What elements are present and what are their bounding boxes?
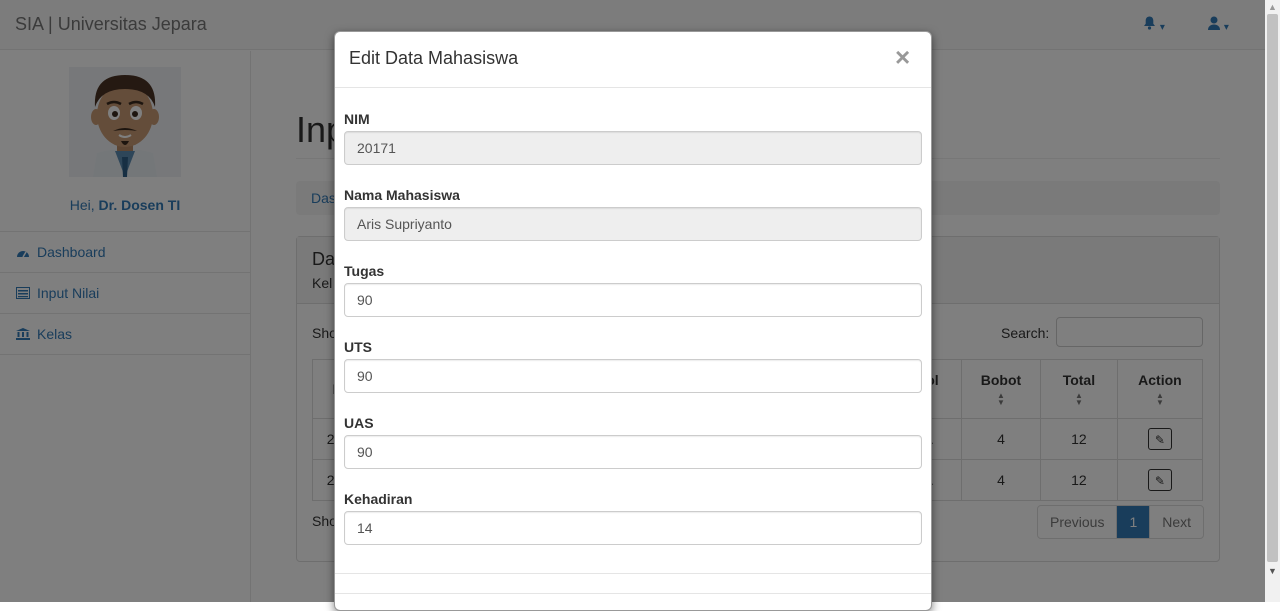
form-group-uas: UAS xyxy=(344,415,922,469)
uas-field[interactable] xyxy=(344,435,922,469)
close-icon[interactable]: × xyxy=(895,44,910,70)
form-group-kehadiran: Kehadiran xyxy=(344,491,922,545)
form-group-tugas: Tugas xyxy=(344,263,922,317)
field-label: UAS xyxy=(344,415,374,431)
field-label: UTS xyxy=(344,339,372,355)
form-group-uts: UTS xyxy=(344,339,922,393)
nama-mahasiswa-field[interactable] xyxy=(344,207,922,241)
nim-field[interactable] xyxy=(344,131,922,165)
field-label: Nama Mahasiswa xyxy=(344,187,460,203)
scroll-down-arrow-icon[interactable]: ▼ xyxy=(1268,566,1277,576)
edit-student-modal: Edit Data Mahasiswa × NIM Nama Mahasiswa… xyxy=(334,31,932,611)
tugas-field[interactable] xyxy=(344,283,922,317)
scroll-up-arrow-icon[interactable]: ▲ xyxy=(1268,2,1277,12)
field-label: NIM xyxy=(344,111,370,127)
form-group-nama: Nama Mahasiswa xyxy=(344,187,922,241)
uts-field[interactable] xyxy=(344,359,922,393)
kehadiran-field[interactable] xyxy=(344,511,922,545)
modal-title: Edit Data Mahasiswa xyxy=(349,48,519,68)
modal-header: Edit Data Mahasiswa × xyxy=(335,32,931,88)
page-scrollbar[interactable]: ▲ ▼ xyxy=(1265,0,1280,602)
divider xyxy=(335,573,931,574)
modal-footer-divider xyxy=(335,593,931,594)
field-label: Tugas xyxy=(344,263,385,279)
form-group-nim: NIM xyxy=(344,111,922,165)
scrollbar-thumb[interactable] xyxy=(1267,14,1278,562)
field-label: Kehadiran xyxy=(344,491,413,507)
